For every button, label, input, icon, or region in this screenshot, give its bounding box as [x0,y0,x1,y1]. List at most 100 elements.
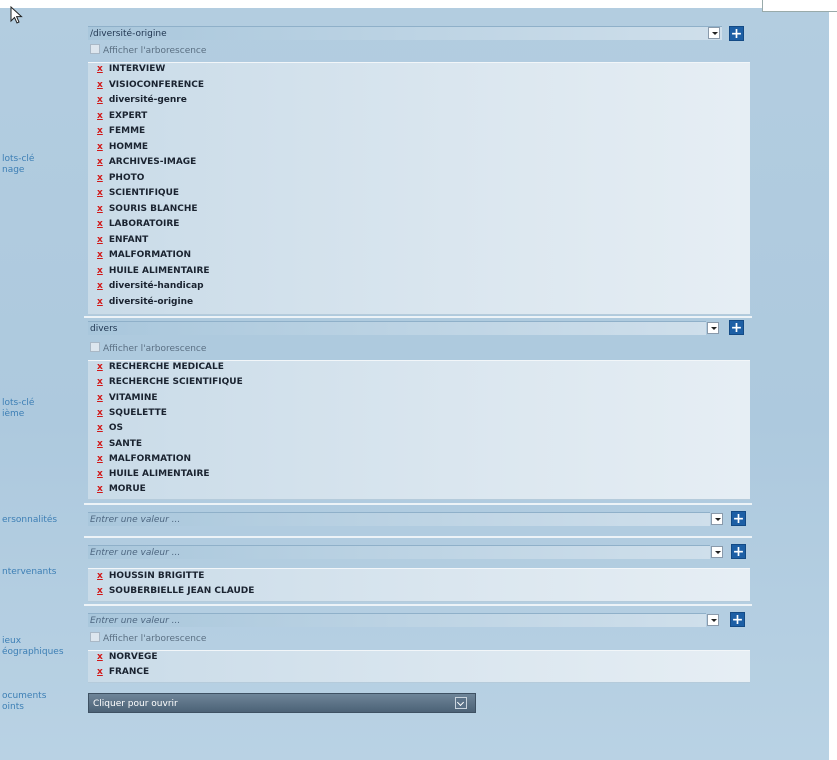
remove-icon[interactable]: x [97,652,103,662]
remove-icon[interactable]: x [97,266,103,276]
remove-icon[interactable]: x [97,362,103,372]
list-item: x NORVEGE [97,652,158,663]
remove-icon[interactable]: x [97,667,103,677]
list-item: x RECHERCHE SCIENTIFIQUE [97,377,243,388]
remove-icon[interactable]: x [97,454,103,464]
chevron-down-icon[interactable] [455,697,467,709]
lieux-list: x NORVEGE x FRANCE [88,650,750,683]
remove-icon[interactable]: x [97,586,103,596]
list-item-label: MALFORMATION [108,453,192,464]
remove-icon[interactable]: x [97,219,103,229]
list-item: x VITAMINE [97,393,158,404]
remove-icon[interactable]: x [97,281,103,291]
remove-icon[interactable]: x [97,95,103,105]
remove-icon[interactable]: x [97,571,103,581]
remove-icon[interactable]: x [97,393,103,403]
list-item: x INTERVIEW [97,64,165,75]
list-item: x diversité-origine [97,297,193,308]
remove-icon[interactable]: x [97,126,103,136]
remove-icon[interactable]: x [97,235,103,245]
list-item: x ENFANT [97,235,148,246]
list-item-label: INTERVIEW [108,64,166,74]
list-item: x ARCHIVES-IMAGE [97,157,196,168]
list-item-label: RECHERCHE SCIENTIFIQUE [108,377,243,388]
remove-icon[interactable]: x [97,111,103,121]
list-item: x HUILE ALIMENTAIRE [97,266,210,277]
list-item-label: ARCHIVES-IMAGE [108,157,197,167]
remove-icon[interactable]: x [97,469,103,479]
chevron-down-icon[interactable] [707,614,719,626]
add-theme-keyword-button[interactable]: + [729,320,744,335]
list-item-label: SCIENTIFIQUE [108,188,180,198]
label-line: lots-clé [2,154,35,164]
list-item-label: VISIOCONFERENCE [108,79,205,90]
image-keyword-input[interactable]: /diversité-origine [88,26,722,40]
chevron-down-icon[interactable] [711,513,723,525]
remove-icon[interactable]: x [97,204,103,214]
list-item-label: MORUE [108,484,146,495]
remove-icon[interactable]: x [97,80,103,90]
intervenants-input[interactable]: Entrer une valeur ... [88,545,710,559]
label-lieux: ieux éographiques [2,636,64,658]
label-line: lots-clé [2,398,35,408]
list-item: x SCIENTIFIQUE [97,188,179,199]
open-documents-label: Cliquer pour ouvrir [93,699,178,709]
remove-icon[interactable]: x [97,173,103,183]
list-item-label: FRANCE [108,667,150,677]
list-item: x FEMME [97,126,145,137]
remove-icon[interactable]: x [97,250,103,260]
list-item-label: SANTE [108,438,143,449]
list-item-label: OS [108,423,123,434]
divider [84,536,752,538]
list-item: x MORUE [97,484,146,495]
add-image-keyword-button[interactable]: + [729,26,744,41]
list-item: x HOUSSIN BRIGITTE [97,571,204,582]
chevron-down-icon[interactable] [707,322,719,334]
remove-icon[interactable]: x [97,188,103,198]
list-item: x EXPERT [97,111,147,122]
list-item-label: HUILE ALIMENTAIRE [108,469,210,480]
lieux-input[interactable]: Entrer une valeur ... [88,613,706,627]
checkbox-icon[interactable] [90,342,100,352]
remove-icon[interactable]: x [97,408,103,418]
list-item-label: HOUSSIN BRIGITTE [108,571,205,581]
chevron-down-icon[interactable] [708,27,720,39]
remove-icon[interactable]: x [97,377,103,387]
theme-keyword-input[interactable]: divers [88,321,706,335]
list-item-label: SQUELETTE [108,407,167,418]
list-item-label: SOUBERBIELLE JEAN CLAUDE [108,586,255,596]
label-mots-cle-image: lots-clé nage [2,154,34,176]
tree-toggle-theme[interactable]: Afficher l'arborescence [90,342,206,355]
label-mots-cle-theme: lots-clé ième [2,398,34,420]
remove-icon[interactable]: x [97,157,103,167]
remove-icon[interactable]: x [97,297,103,307]
list-item-label: HOMME [108,141,149,152]
add-personnalite-button[interactable]: + [731,511,746,526]
remove-icon[interactable]: x [97,484,103,494]
list-item-label: diversité-handicap [108,281,204,291]
remove-icon[interactable]: x [97,423,103,433]
tree-toggle-image[interactable]: Afficher l'arborescence [90,44,206,57]
list-item: x FRANCE [97,667,149,678]
list-item: x OS [97,423,123,434]
checkbox-icon[interactable] [90,632,100,642]
mouse-cursor-icon [10,6,23,24]
checkbox-icon[interactable] [90,44,100,54]
remove-icon[interactable]: x [97,64,103,74]
remove-icon[interactable]: x [97,439,103,449]
tree-toggle-lieux[interactable]: Afficher l'arborescence [90,632,206,645]
remove-icon[interactable]: x [97,142,103,152]
theme-keyword-list: x RECHERCHE MEDICALE x RECHERCHE SCIENTIFIQ… [88,360,750,500]
personnalites-input[interactable]: Entrer une valeur ... [88,512,710,526]
top-right-field[interactable] [762,0,837,12]
add-intervenant-button[interactable]: + [731,544,746,559]
list-item: x PHOTO [97,173,144,184]
chevron-down-icon[interactable] [711,546,723,558]
list-item-label: LABORATOIRE [108,219,180,229]
list-item-label: NORVEGE [108,652,158,662]
add-lieu-button[interactable]: + [730,612,745,627]
open-documents-button[interactable]: Cliquer pour ouvrir [88,693,476,713]
list-item: x LABORATOIRE [97,219,179,230]
label-line: ieux [2,636,22,646]
list-item: x MALFORMATION [97,250,191,261]
